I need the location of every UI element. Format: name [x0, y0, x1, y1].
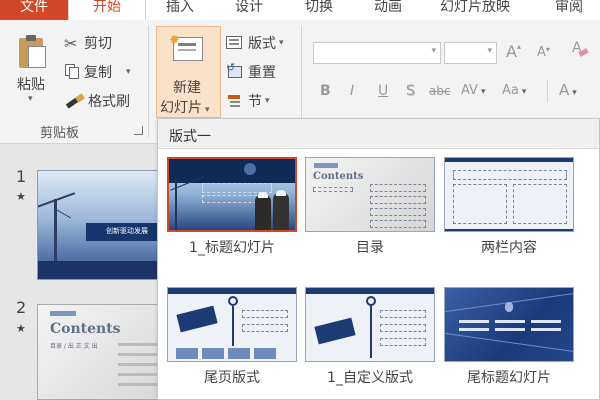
font-color-label: A [559, 81, 570, 99]
change-case-label: Aa [502, 83, 519, 98]
scissors-icon: ✂ [64, 33, 78, 53]
layout-thumbnail [305, 287, 435, 362]
section-icon [226, 93, 248, 109]
clear-formatting-icon[interactable]: A [571, 40, 589, 60]
slide-subtitle: 目录 / 出 正 文 出 [50, 343, 98, 350]
layout-option-label: 1_标题幻灯片 [189, 240, 275, 256]
layout-option-label: 1_自定义版式 [327, 370, 413, 386]
layout-gallery: 版式一 1_标题幻灯片 Contents 目录 两栏内容 尾页版式 1_自定义版… [157, 118, 600, 400]
layout-option-label: 目录 [356, 240, 384, 256]
brush-icon [64, 93, 88, 109]
font-size-dropdown-icon: ▾ [487, 46, 492, 56]
copy-button[interactable]: 复制 ▾ [64, 62, 131, 82]
cut-button[interactable]: ✂ 剪切 [64, 33, 112, 53]
paste-icon [16, 34, 48, 70]
section-dropdown-icon: ▾ [265, 96, 270, 106]
slide-pane: 1 ★ 创新驱动发展 2 ★ Contents 目录 / 出 正 文 出 [0, 145, 165, 400]
copy-label: 复制 [84, 65, 112, 81]
font-name-dropdown-icon: ▾ [431, 46, 436, 56]
layout-thumbnail [167, 157, 297, 232]
slide-banner-text: 创新驱动发展 [106, 227, 148, 235]
font-name-combo[interactable]: ▾ [313, 42, 441, 64]
format-painter-button[interactable]: 格式刷 [64, 91, 130, 111]
cut-label: 剪切 [84, 36, 112, 52]
layout-icon [226, 35, 248, 51]
tab-review[interactable]: 审阅 [555, 0, 583, 20]
bold-button[interactable]: B [320, 83, 331, 99]
copy-dropdown-icon: ▾ [126, 67, 131, 77]
character-spacing-dropdown-icon: ▾ [480, 87, 486, 97]
slide-animation-star-icon: ★ [16, 322, 26, 335]
reset-label: 重置 [248, 65, 276, 81]
slide-logo [50, 311, 76, 316]
layout-thumbnail-title: Contents [313, 171, 364, 182]
new-slide-button[interactable]: ✸ 新建 幻灯片 ▾ [156, 26, 221, 118]
layout-thumbnail [167, 287, 297, 362]
shadow-button[interactable]: S [406, 83, 415, 99]
layout-gallery-header: 版式一 [158, 119, 599, 149]
layout-label: 版式 [248, 36, 276, 52]
slide-number: 1 [16, 167, 27, 186]
tab-animations[interactable]: 动画 [374, 0, 402, 20]
layout-button[interactable]: 版式 ▾ [226, 33, 284, 53]
tab-home[interactable]: 开始 [68, 0, 146, 20]
slide-number: 2 [16, 298, 27, 317]
new-slide-label-line1: 新建 [173, 80, 201, 96]
paste-label: 粘贴 [17, 77, 45, 93]
clipboard-group-label: 剪贴板 [40, 126, 80, 141]
slide-thumbnail-2[interactable]: Contents 目录 / 出 正 文 出 [37, 304, 165, 400]
font-size-combo[interactable]: ▾ [444, 42, 497, 64]
clipboard-launcher-icon[interactable] [134, 126, 143, 135]
tab-design[interactable]: 设计 [235, 0, 263, 20]
section-button[interactable]: 节 ▾ [226, 91, 270, 111]
shrink-font-label: A [537, 45, 546, 60]
shrink-font-button[interactable]: A▾ [537, 45, 550, 60]
paste-button[interactable]: 粘贴 ▾ [12, 34, 52, 114]
tab-insert[interactable]: 插入 [166, 0, 194, 20]
font-color-button[interactable]: A ▾ [559, 81, 577, 99]
strikethrough-button[interactable]: abc [429, 84, 451, 98]
crane-graphic [38, 189, 76, 269]
layout-thumbnail [444, 287, 574, 362]
building-graphic [38, 261, 164, 279]
layout-thumbnail: Contents [305, 157, 435, 232]
font-color-dropdown-icon: ▾ [572, 88, 577, 98]
copy-icon [64, 64, 84, 80]
new-slide-label-line2: 幻灯片 [160, 100, 202, 116]
new-slide-icon: ✸ [169, 33, 205, 63]
grow-font-arrow-icon: ▴ [516, 42, 521, 51]
new-slide-dropdown-icon: ▾ [205, 105, 210, 115]
italic-button[interactable]: I [350, 83, 354, 99]
tab-slideshow[interactable]: 幻灯片放映 [440, 0, 510, 20]
paste-dropdown-icon: ▾ [28, 94, 33, 104]
layout-option-label: 两栏内容 [481, 240, 537, 256]
layout-dropdown-icon: ▾ [279, 38, 284, 48]
underline-button[interactable]: U [378, 83, 388, 99]
slide-thumbnail-1[interactable]: 创新驱动发展 [37, 170, 165, 280]
grow-font-button[interactable]: A▴ [506, 42, 521, 61]
slide-title: Contents [50, 321, 121, 337]
format-painter-label: 格式刷 [88, 94, 130, 110]
change-case-dropdown-icon: ▾ [521, 87, 527, 97]
layout-gallery-title: 版式一 [169, 129, 211, 145]
reset-button[interactable]: ↺ 重置 [226, 61, 276, 82]
tab-file[interactable]: 文件 [0, 0, 68, 20]
tab-transitions[interactable]: 切换 [305, 0, 333, 20]
change-case-button[interactable]: Aa ▾ [502, 83, 526, 98]
grow-font-label: A [506, 42, 517, 61]
ribbon-tabs: 文件 开始 插入 设计 切换 动画 幻灯片放映 审阅 [0, 0, 600, 20]
character-spacing-button[interactable]: AV ▾ [461, 83, 486, 98]
group-divider [148, 26, 149, 138]
shrink-font-arrow-icon: ▾ [545, 45, 550, 54]
layout-option-label: 尾标题幻灯片 [467, 370, 551, 386]
layout-thumbnail [444, 157, 574, 232]
slide-animation-star-icon: ★ [16, 190, 26, 203]
character-spacing-label: AV [461, 83, 478, 98]
section-label: 节 [248, 94, 262, 110]
group-divider [547, 80, 548, 102]
layout-option-label: 尾页版式 [204, 370, 260, 386]
reset-icon: ↺ [226, 61, 248, 80]
